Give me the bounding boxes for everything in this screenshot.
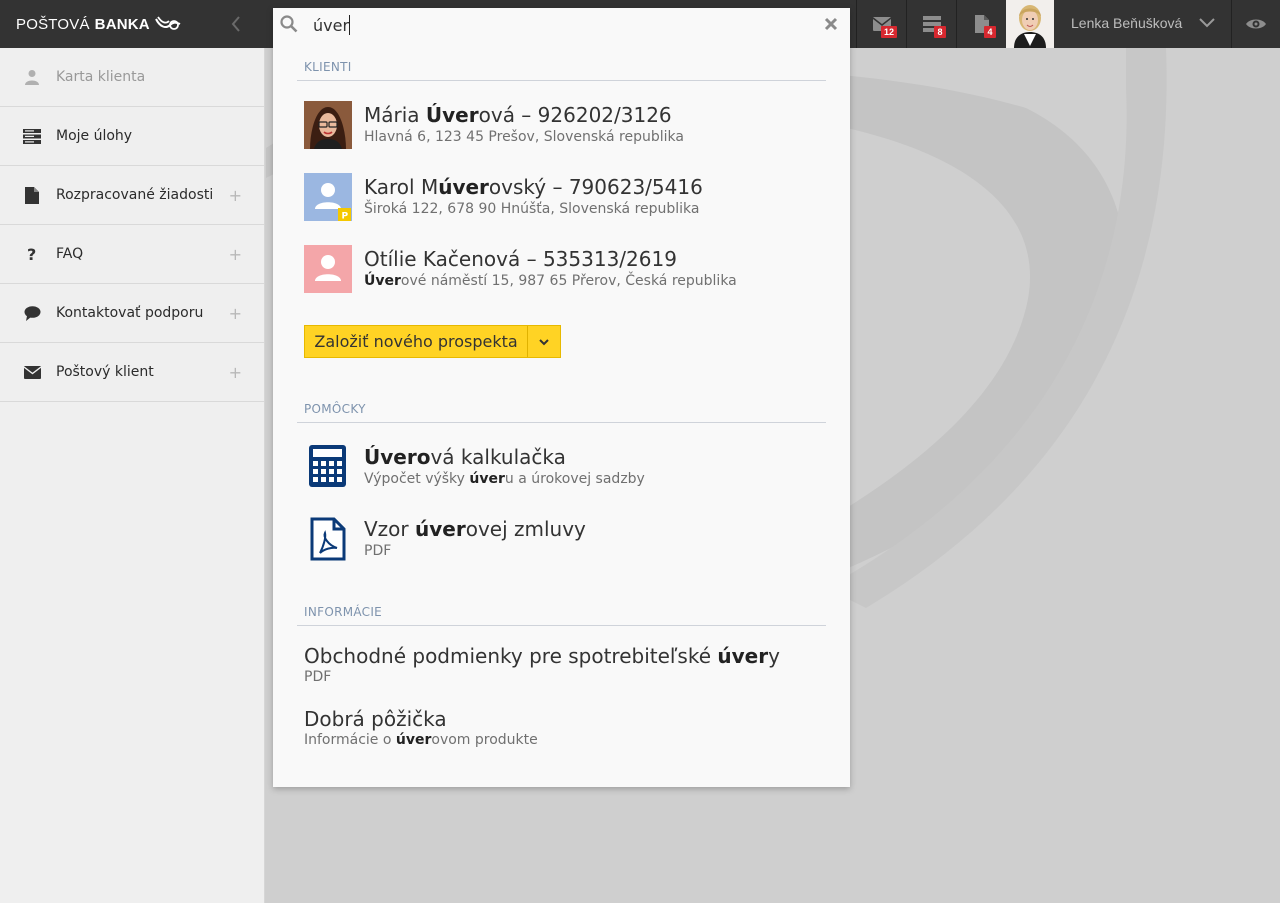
- user-menu-toggle[interactable]: [1198, 14, 1216, 36]
- clear-search-icon[interactable]: [824, 16, 838, 35]
- info-result[interactable]: Dobrá pôžička Informácie o úverovom prod…: [304, 707, 538, 748]
- user-avatar[interactable]: [1006, 0, 1054, 48]
- question-icon: ?: [22, 244, 42, 264]
- logo[interactable]: POŠTOVÁ BANKA: [16, 13, 182, 35]
- sidebar-item-label: FAQ: [56, 246, 84, 262]
- sidebar-item-label: Rozpracované žiadosti: [56, 187, 214, 203]
- client-result[interactable]: Mária Úverová – 926202/3126 Hlavná 6, 12…: [304, 101, 824, 149]
- client-result[interactable]: Otílie Kačenová – 535313/2619 Úverové ná…: [304, 245, 824, 293]
- sidebar-item-label: Poštový klient: [56, 364, 154, 380]
- sidebar-item-label: Karta klienta: [56, 69, 146, 85]
- tasks-badge: 8: [934, 26, 946, 38]
- eye-icon: [1246, 19, 1266, 29]
- chevron-down-icon: [1199, 18, 1215, 28]
- client-name: Mária Úverová – 926202/3126: [364, 103, 672, 127]
- tool-result[interactable]: Vzor úverovej zmluvy PDF: [304, 515, 824, 563]
- messages-button[interactable]: 12: [857, 0, 907, 48]
- section-divider: [297, 422, 826, 423]
- collapse-sidebar-button[interactable]: [224, 12, 248, 36]
- chat-icon: [22, 303, 42, 323]
- user-icon: [22, 67, 42, 87]
- user-name[interactable]: Lenka Beňušková: [1071, 15, 1182, 31]
- sidebar-item-mail-client[interactable]: Poštový klient +: [0, 343, 264, 402]
- section-title-info: INFORMÁCIE: [304, 605, 383, 619]
- info-title: Dobrá pôžička: [304, 707, 447, 731]
- expand-plus-icon[interactable]: +: [229, 363, 242, 382]
- calculator-icon: [304, 443, 352, 491]
- pdf-icon: [304, 515, 352, 563]
- document-icon: [22, 185, 42, 205]
- info-description: PDF: [304, 669, 332, 685]
- client-address: Hlavná 6, 123 45 Prešov, Slovenská repub…: [364, 129, 684, 145]
- expand-plus-icon[interactable]: +: [229, 186, 242, 205]
- new-prospect-dropdown-toggle[interactable]: [528, 326, 560, 357]
- new-prospect-button-group: Založiť nového prospekta: [304, 325, 561, 358]
- sidebar-item-label: Moje úlohy: [56, 128, 133, 144]
- client-name: Otílie Kačenová – 535313/2619: [364, 247, 677, 271]
- section-title-tools: POMÔCKY: [304, 402, 366, 416]
- search-dropdown-panel: KLIENTI Mária Úverová – 926202/3126 Hlav…: [273, 8, 850, 787]
- search-icon: [280, 15, 298, 37]
- tool-title: Vzor úverovej zmluvy: [364, 517, 586, 541]
- client-placeholder-avatar: P: [304, 173, 352, 221]
- client-name: Karol Múverovský – 790623/5416: [364, 175, 703, 199]
- sidebar-item-my-tasks[interactable]: Moje úlohy: [0, 107, 264, 166]
- tasks-icon: [22, 126, 42, 146]
- post-horn-icon: [154, 16, 181, 30]
- documents-button[interactable]: 4: [957, 0, 1007, 48]
- info-description: Informácie o úverovom produkte: [304, 732, 538, 748]
- envelope-icon: [22, 362, 42, 382]
- tool-description: PDF: [364, 543, 392, 559]
- sidebar: Karta klienta Moje úlohy Rozpracované ži…: [0, 48, 265, 903]
- expand-plus-icon[interactable]: +: [229, 245, 242, 264]
- sidebar-item-label: Kontaktovať podporu: [56, 305, 204, 321]
- section-divider: [297, 625, 826, 626]
- tool-description: Výpočet výšky úveru a úrokovej sadzby: [364, 471, 645, 487]
- search-bar: [273, 8, 850, 42]
- text-caret: [349, 15, 350, 35]
- chevron-left-icon: [231, 16, 240, 32]
- info-result[interactable]: Obchodné podmienky pre spotrebiteľské úv…: [304, 644, 780, 685]
- logo-text-primary: POŠTOVÁ: [16, 15, 90, 33]
- section-title-clients: KLIENTI: [304, 60, 352, 74]
- documents-badge: 4: [984, 26, 996, 38]
- messages-badge: 12: [881, 26, 898, 38]
- tool-title: Úverová kalkulačka: [364, 445, 566, 469]
- sidebar-item-contact-support[interactable]: Kontaktovať podporu +: [0, 284, 264, 343]
- new-prospect-button[interactable]: Založiť nového prospekta: [305, 326, 529, 357]
- sidebar-item-client-card[interactable]: Karta klienta: [0, 48, 264, 107]
- client-photo: [304, 101, 352, 149]
- chevron-down-icon: [539, 338, 549, 345]
- svg-text:?: ?: [27, 246, 36, 262]
- client-placeholder-avatar: [304, 245, 352, 293]
- client-address: Úverové náměstí 15, 987 65 Přerov, Česká…: [364, 273, 737, 289]
- client-result[interactable]: P Karol Múverovský – 790623/5416 Široká …: [304, 173, 824, 221]
- tool-result[interactable]: Úverová kalkulačka Výpočet výšky úveru a…: [304, 443, 824, 491]
- logo-text-secondary: BANKA: [94, 15, 150, 33]
- prospect-badge: P: [342, 212, 349, 222]
- search-input[interactable]: [313, 12, 793, 38]
- client-address: Široká 122, 678 90 Hnúšťa, Slovenská rep…: [364, 201, 700, 217]
- expand-plus-icon[interactable]: +: [229, 304, 242, 323]
- sidebar-item-pending-requests[interactable]: Rozpracované žiadosti +: [0, 166, 264, 225]
- sidebar-item-faq[interactable]: ? FAQ +: [0, 225, 264, 284]
- view-mode-button[interactable]: [1232, 0, 1280, 48]
- info-title: Obchodné podmienky pre spotrebiteľské úv…: [304, 644, 780, 668]
- tasks-button[interactable]: 8: [907, 0, 957, 48]
- section-divider: [297, 80, 826, 81]
